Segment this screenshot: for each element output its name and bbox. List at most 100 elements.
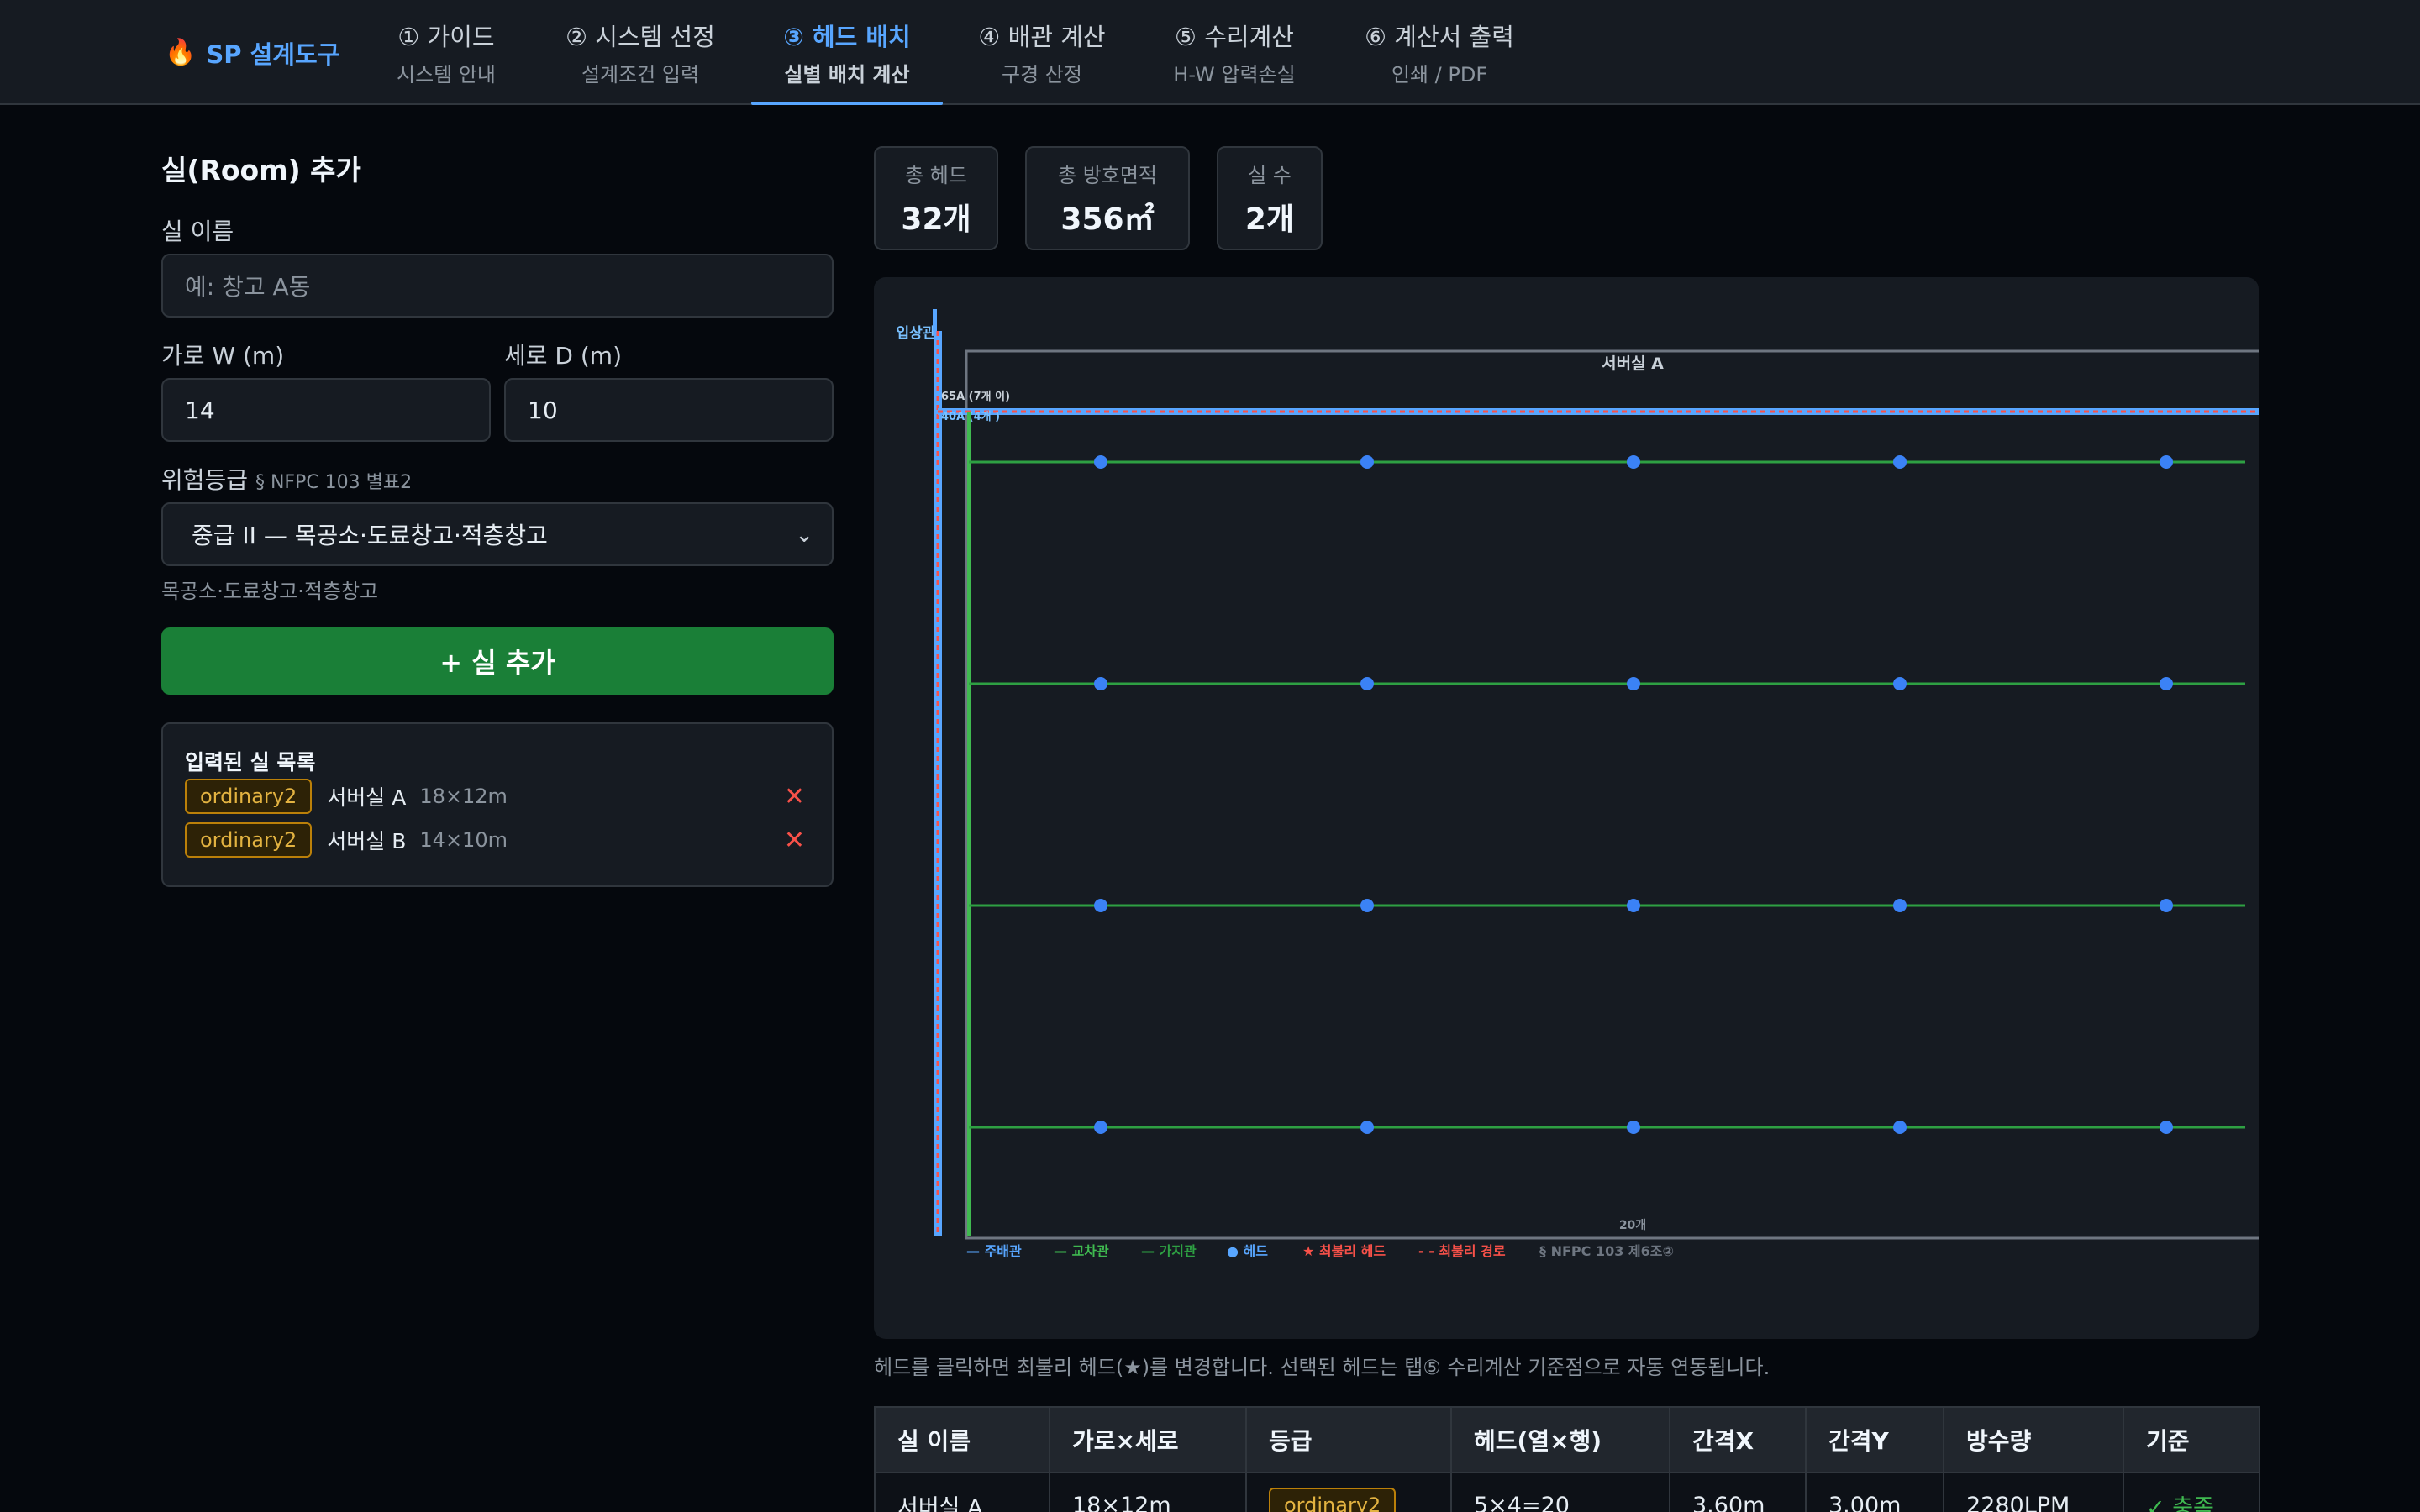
sprinkler-head[interactable] xyxy=(2160,677,2173,690)
stat-label: 총 헤드 xyxy=(905,163,967,187)
hazard-select[interactable]: 중급 II — 목공소·도료창고·적층창고 ⌄ xyxy=(161,502,834,566)
tab-sublabel: 실별 배치 계산 xyxy=(784,63,910,87)
stat-value: 32개 xyxy=(901,202,971,237)
tab-sublabel: 인쇄 / PDF xyxy=(1391,63,1488,87)
list-item: ordinary2 서버실 B 14×10m ✕ xyxy=(185,822,810,858)
room-list: 입력된 실 목록 ordinary2 서버실 A 18×12m ✕ ordina… xyxy=(161,722,834,887)
tab-sublabel: 시스템 안내 xyxy=(396,63,497,87)
depth-label: 세로 D (m) xyxy=(504,342,623,370)
cell-size: 18×12m xyxy=(1049,1472,1247,1512)
room-size: 14×10m xyxy=(419,828,508,852)
stat-value: 356㎡ xyxy=(1060,202,1155,237)
grade-badge: ordinary2 xyxy=(185,822,313,858)
sprinkler-head[interactable] xyxy=(1627,677,1640,690)
sprinkler-head[interactable] xyxy=(1893,899,1907,912)
sprinkler-head[interactable] xyxy=(1360,1121,1374,1134)
sprinkler-head[interactable] xyxy=(1094,677,1107,690)
room-name: 서버실 B xyxy=(327,829,407,853)
tab-hydraulic[interactable]: ⑤ 수리계산 H-W 압력손실 xyxy=(1168,0,1301,105)
brand[interactable]: 🔥 SP 설계도구 xyxy=(165,0,339,105)
sprinkler-head[interactable] xyxy=(1893,1121,1907,1134)
cell-heads: 5×4=20 xyxy=(1450,1472,1670,1512)
brand-title: SP 설계도구 xyxy=(206,39,340,69)
main-pipe-label: 40A (4개 ) xyxy=(941,411,1000,423)
riser-label: 입상관 xyxy=(897,325,936,342)
legend-item: — 가지관 xyxy=(1141,1243,1197,1259)
tab-system[interactable]: ② 시스템 선정 설계조건 입력 xyxy=(561,0,719,105)
hazard-label-text: 위험등급 xyxy=(161,466,249,494)
sprinkler-head[interactable] xyxy=(1360,455,1374,469)
sprinkler-head[interactable] xyxy=(1094,1121,1107,1134)
stat-room-count: 실 수 2개 xyxy=(1217,146,1323,250)
room-name-input[interactable]: 예: 창고 A동 xyxy=(161,254,834,318)
depth-input[interactable]: 10 xyxy=(504,378,834,442)
sprinkler-head[interactable] xyxy=(2160,1121,2173,1134)
stat-total-area: 총 방호면적 356㎡ xyxy=(1025,146,1190,250)
sprinkler-head[interactable] xyxy=(1627,455,1640,469)
col-header: 방수량 xyxy=(1943,1406,2124,1473)
sprinkler-head[interactable] xyxy=(1893,677,1907,690)
sprinkler-head[interactable] xyxy=(2160,455,2173,469)
width-input[interactable]: 14 xyxy=(161,378,491,442)
tab-sublabel: 설계조건 입력 xyxy=(581,63,700,87)
tab-sublabel: 구경 산정 xyxy=(1002,63,1082,87)
tab-pipe-calc[interactable]: ④ 배관 계산 구경 산정 xyxy=(975,0,1109,105)
grade-badge: ordinary2 xyxy=(185,779,313,814)
delete-icon[interactable]: ✕ xyxy=(784,782,805,811)
room-size: 18×12m xyxy=(419,785,508,808)
sprinkler-head[interactable] xyxy=(1627,899,1640,912)
sprinkler-head[interactable] xyxy=(1627,1121,1640,1134)
tab-label: ① 가이드 xyxy=(397,23,495,51)
sprinkler-head[interactable] xyxy=(1360,677,1374,690)
tab-head-layout[interactable]: ③ 헤드 배치 실별 배치 계산 xyxy=(751,0,943,105)
tab-sublabel: H-W 압력손실 xyxy=(1173,63,1296,87)
table-header-row: 실 이름 가로×세로 등급 헤드(열×행) 간격X 간격Y 방수량 기준 xyxy=(874,1406,2260,1473)
chevron-down-icon: ⌄ xyxy=(795,522,813,548)
table-row[interactable]: 서버실 A 18×12m ordinary2 5×4=20 3.60m 3.00… xyxy=(874,1472,2260,1512)
legend-item: § NFPC 103 제6조② xyxy=(1539,1243,1674,1259)
sprinkler-head[interactable] xyxy=(1094,899,1107,912)
room-title: 서버실 A xyxy=(1602,354,1664,373)
canvas-note: 헤드를 클릭하면 최불리 헤드(★)를 변경합니다. 선택된 헤드는 탭⑤ 수리… xyxy=(874,1356,1770,1379)
sprinkler-head[interactable] xyxy=(1893,455,1907,469)
stat-value: 2개 xyxy=(1244,202,1295,237)
room-name: 서버실 A xyxy=(327,785,407,810)
riser-top xyxy=(933,309,937,331)
cell-grade: ordinary2 xyxy=(1245,1472,1452,1512)
cell-spacing-y: 3.00m xyxy=(1805,1472,1944,1512)
stat-label: 실 수 xyxy=(1248,163,1292,187)
hazard-selected-value: 중급 II — 목공소·도료창고·적층창고 xyxy=(192,522,548,549)
summary-table: 실 이름 가로×세로 등급 헤드(열×행) 간격X 간격Y 방수량 기준 서버실… xyxy=(874,1406,2260,1512)
layout-drawing: 서버실 A 입상관 65A (7개 이) 40A (4개 ) 20개 — 주배관… xyxy=(897,309,2259,1259)
sprinkler-head[interactable] xyxy=(2160,899,2173,912)
room-name-label: 실 이름 xyxy=(161,218,234,245)
stat-total-heads: 총 헤드 32개 xyxy=(874,146,998,250)
hazard-label: 위험등급 § NFPC 103 별표2 xyxy=(161,462,412,496)
flame-icon: 🔥 xyxy=(165,38,197,67)
delete-icon[interactable]: ✕ xyxy=(784,826,805,855)
col-header: 간격X xyxy=(1669,1406,1807,1473)
cell-check: ✓ 충족 xyxy=(2123,1472,2260,1512)
col-header: 실 이름 xyxy=(874,1406,1050,1473)
col-header: 등급 xyxy=(1245,1406,1452,1473)
tab-report[interactable]: ⑥ 계산서 출력 인쇄 / PDF xyxy=(1358,0,1521,105)
form-title: 실(Room) 추가 xyxy=(161,154,361,186)
sprinkler-heads xyxy=(1094,455,2173,1134)
layout-canvas[interactable]: 서버실 A 입상관 65A (7개 이) 40A (4개 ) 20개 — 주배관… xyxy=(874,277,2259,1339)
sprinkler-head[interactable] xyxy=(1094,455,1107,469)
hazard-hint: 목공소·도료창고·적층창고 xyxy=(161,580,379,603)
tab-label: ② 시스템 선정 xyxy=(566,23,715,51)
legend-item: - - 최불리 경로 xyxy=(1418,1243,1506,1259)
add-room-button[interactable]: + 실 추가 xyxy=(161,627,834,695)
grade-badge: ordinary2 xyxy=(1269,1488,1397,1512)
cell-spacing-x: 3.60m xyxy=(1669,1472,1807,1512)
col-header: 간격Y xyxy=(1805,1406,1944,1473)
list-item: ordinary2 서버실 A 18×12m ✕ xyxy=(185,778,810,815)
sprinkler-head[interactable] xyxy=(1360,899,1374,912)
head-count-label: 20개 xyxy=(1619,1219,1646,1232)
tab-guide[interactable]: ① 가이드 시스템 안내 xyxy=(393,0,499,105)
tab-label: ③ 헤드 배치 xyxy=(783,23,911,51)
stat-label: 총 방호면적 xyxy=(1057,163,1158,187)
legend-item: ● 헤드 xyxy=(1227,1243,1268,1259)
check-status: ✓ 충족 xyxy=(2146,1494,2214,1512)
